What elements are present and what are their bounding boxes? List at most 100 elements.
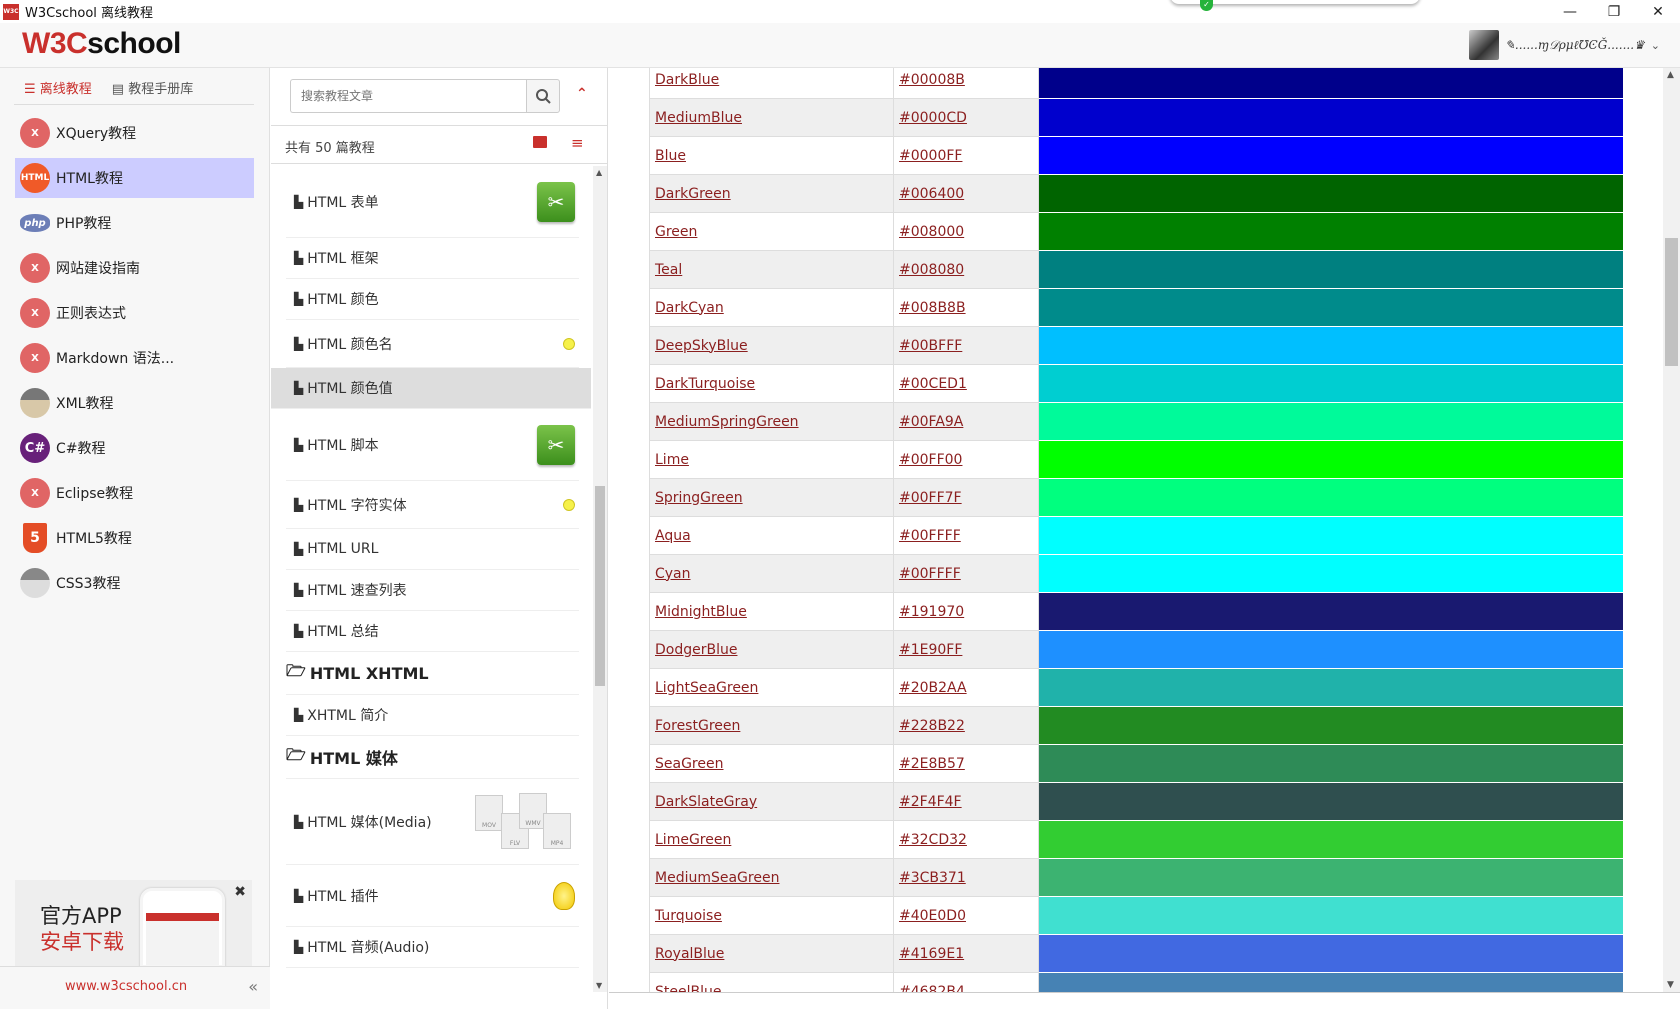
- color-name-link[interactable]: DodgerBlue: [655, 642, 737, 658]
- color-name-link[interactable]: DeepSkyBlue: [655, 338, 748, 354]
- color-name-link[interactable]: MidnightBlue: [655, 604, 747, 620]
- tutorial-item[interactable]: ▙ HTML URL: [286, 529, 579, 570]
- color-hex-link[interactable]: #1E90FF: [899, 642, 962, 658]
- tutorial-item[interactable]: ▙ HTML 颜色: [286, 279, 579, 320]
- scroll-up-arrow[interactable]: ▲: [596, 168, 602, 177]
- scroll-down-arrow[interactable]: ▼: [596, 981, 602, 990]
- tutorial-item[interactable]: ▙ XHTML 简介: [286, 695, 579, 736]
- search-button[interactable]: [526, 79, 560, 113]
- color-name-link[interactable]: DarkCyan: [655, 300, 724, 316]
- color-name-link[interactable]: Aqua: [655, 528, 691, 544]
- color-name-link[interactable]: ForestGreen: [655, 718, 740, 734]
- list-scrollbar[interactable]: ▲ ▼: [593, 166, 607, 992]
- color-hex-link[interactable]: #4682B4: [899, 984, 965, 993]
- color-name-link[interactable]: RoyalBlue: [655, 946, 724, 962]
- sidebar-item[interactable]: X XQuery教程: [15, 113, 254, 153]
- tutorial-item[interactable]: ▙ HTML 颜色名: [286, 320, 579, 368]
- minimize-button[interactable]: —: [1548, 0, 1592, 23]
- scroll-down-arrow[interactable]: ▼: [1667, 980, 1674, 990]
- color-name-link[interactable]: DarkSlateGray: [655, 794, 757, 810]
- app-download-ad[interactable]: 官方APP 安卓下载 ✖: [15, 880, 252, 968]
- scrollbar-thumb[interactable]: [1665, 238, 1678, 366]
- color-name-link[interactable]: Turquoise: [655, 908, 722, 924]
- tutorial-item[interactable]: ▙ HTML 音频(Audio): [286, 927, 579, 968]
- user-menu[interactable]: ✎......ɱ𝒟ρμℓ℧ϾǦ.......♛ ⌄: [1468, 30, 1660, 60]
- restore-button[interactable]: ❐: [1592, 0, 1636, 23]
- sidebar-item[interactable]: HTML HTML教程: [15, 158, 254, 198]
- color-hex-link[interactable]: #0000FF: [899, 148, 962, 164]
- tutorial-item[interactable]: ▙ HTML 颜色值: [271, 368, 591, 409]
- color-name-link[interactable]: SeaGreen: [655, 756, 723, 772]
- tutorial-item[interactable]: ▙ HTML 脚本 ✂: [286, 409, 579, 481]
- color-name-link[interactable]: Cyan: [655, 566, 691, 582]
- color-name-link[interactable]: MediumSpringGreen: [655, 414, 799, 430]
- color-name-link[interactable]: DarkGreen: [655, 186, 731, 202]
- color-hex-link[interactable]: #228B22: [899, 718, 965, 734]
- color-hex-link[interactable]: #006400: [899, 186, 964, 202]
- tutorial-item[interactable]: ▙ HTML 表单 ✂: [286, 166, 579, 238]
- color-hex-link[interactable]: #191970: [899, 604, 964, 620]
- list-view-icon[interactable]: ≡: [571, 134, 584, 152]
- scroll-up-arrow[interactable]: ▲: [1667, 70, 1674, 80]
- sidebar-item[interactable]: X 正则表达式: [15, 293, 254, 333]
- color-name-link[interactable]: Lime: [655, 452, 689, 468]
- color-name-link[interactable]: LimeGreen: [655, 832, 731, 848]
- image-view-icon[interactable]: [533, 136, 547, 148]
- color-hex-link[interactable]: #00FA9A: [899, 414, 963, 430]
- color-hex-link[interactable]: #00CED1: [899, 376, 967, 392]
- color-name-link[interactable]: LightSeaGreen: [655, 680, 758, 696]
- color-hex-link[interactable]: #32CD32: [899, 832, 967, 848]
- sidebar-item[interactable]: X Markdown 语法...: [15, 338, 254, 378]
- tutorial-item[interactable]: ▙ HTML 速查列表: [286, 570, 579, 611]
- tutorial-item[interactable]: ▙ HTML 插件: [286, 865, 579, 927]
- close-button[interactable]: ✕: [1636, 0, 1680, 23]
- close-icon[interactable]: ✖: [234, 884, 246, 900]
- color-hex-link[interactable]: #2F4F4F: [899, 794, 962, 810]
- color-hex-link[interactable]: #00FFFF: [899, 566, 961, 582]
- color-name-link[interactable]: DarkTurquoise: [655, 376, 755, 392]
- sidebar-item[interactable]: C# C#教程: [15, 428, 254, 468]
- logo[interactable]: W3Cschool: [22, 27, 181, 61]
- tab-offline-tutorials[interactable]: ☰ 离线教程: [24, 78, 92, 104]
- color-name-link[interactable]: Blue: [655, 148, 686, 164]
- site-link[interactable]: www.w3cschool.cn: [65, 979, 187, 994]
- color-name-link[interactable]: Green: [655, 224, 697, 240]
- color-hex-link[interactable]: #00FF7F: [899, 490, 962, 506]
- content-scrollbar[interactable]: ▲ ▼: [1663, 68, 1680, 992]
- color-name-link[interactable]: Teal: [655, 262, 682, 278]
- sidebar-item[interactable]: 5 HTML5教程: [15, 518, 254, 558]
- color-hex-link[interactable]: #008B8B: [899, 300, 966, 316]
- color-name-link[interactable]: DarkBlue: [655, 72, 719, 88]
- sidebar-item[interactable]: CSS3教程: [15, 563, 254, 603]
- color-hex-link[interactable]: #4169E1: [899, 946, 964, 962]
- sidebar-item[interactable]: XML教程: [15, 383, 254, 423]
- color-name-link[interactable]: MediumBlue: [655, 110, 742, 126]
- color-hex-link[interactable]: #0000CD: [899, 110, 967, 126]
- color-name-link[interactable]: SteelBlue: [655, 984, 721, 993]
- sidebar-item[interactable]: X Eclipse教程: [15, 473, 254, 513]
- tutorial-item[interactable]: ▙ HTML 框架: [286, 238, 579, 279]
- color-hex-link[interactable]: #40E0D0: [899, 908, 966, 924]
- color-hex-link[interactable]: #00FFFF: [899, 528, 961, 544]
- color-hex-link[interactable]: #2E8B57: [899, 756, 965, 772]
- section-header[interactable]: 🗁 HTML 媒体: [286, 736, 579, 779]
- color-hex-link[interactable]: #3CB371: [899, 870, 966, 886]
- chevron-up-icon[interactable]: ⌃: [576, 86, 588, 102]
- color-hex-link[interactable]: #00BFFF: [899, 338, 962, 354]
- color-hex-link[interactable]: #00FF00: [899, 452, 962, 468]
- section-header[interactable]: 🗁 HTML XHTML: [286, 652, 579, 695]
- scrollbar-thumb[interactable]: [595, 486, 605, 686]
- color-hex-link[interactable]: #008000: [899, 224, 964, 240]
- tutorial-item[interactable]: ▙ HTML 字符实体: [286, 481, 579, 529]
- sidebar-item[interactable]: php PHP教程: [15, 203, 254, 243]
- color-hex-link[interactable]: #20B2AA: [899, 680, 967, 696]
- search-input[interactable]: [290, 79, 526, 113]
- sidebar-item[interactable]: X 网站建设指南: [15, 248, 254, 288]
- tutorial-item[interactable]: ▙ HTML 总结: [286, 611, 579, 652]
- color-hex-link[interactable]: #00008B: [899, 72, 965, 88]
- color-name-link[interactable]: SpringGreen: [655, 490, 743, 506]
- color-hex-link[interactable]: #008080: [899, 262, 964, 278]
- tab-manual-library[interactable]: ▤ 教程手册库: [112, 78, 193, 104]
- collapse-sidebar-icon[interactable]: «: [248, 977, 258, 996]
- color-name-link[interactable]: MediumSeaGreen: [655, 870, 779, 886]
